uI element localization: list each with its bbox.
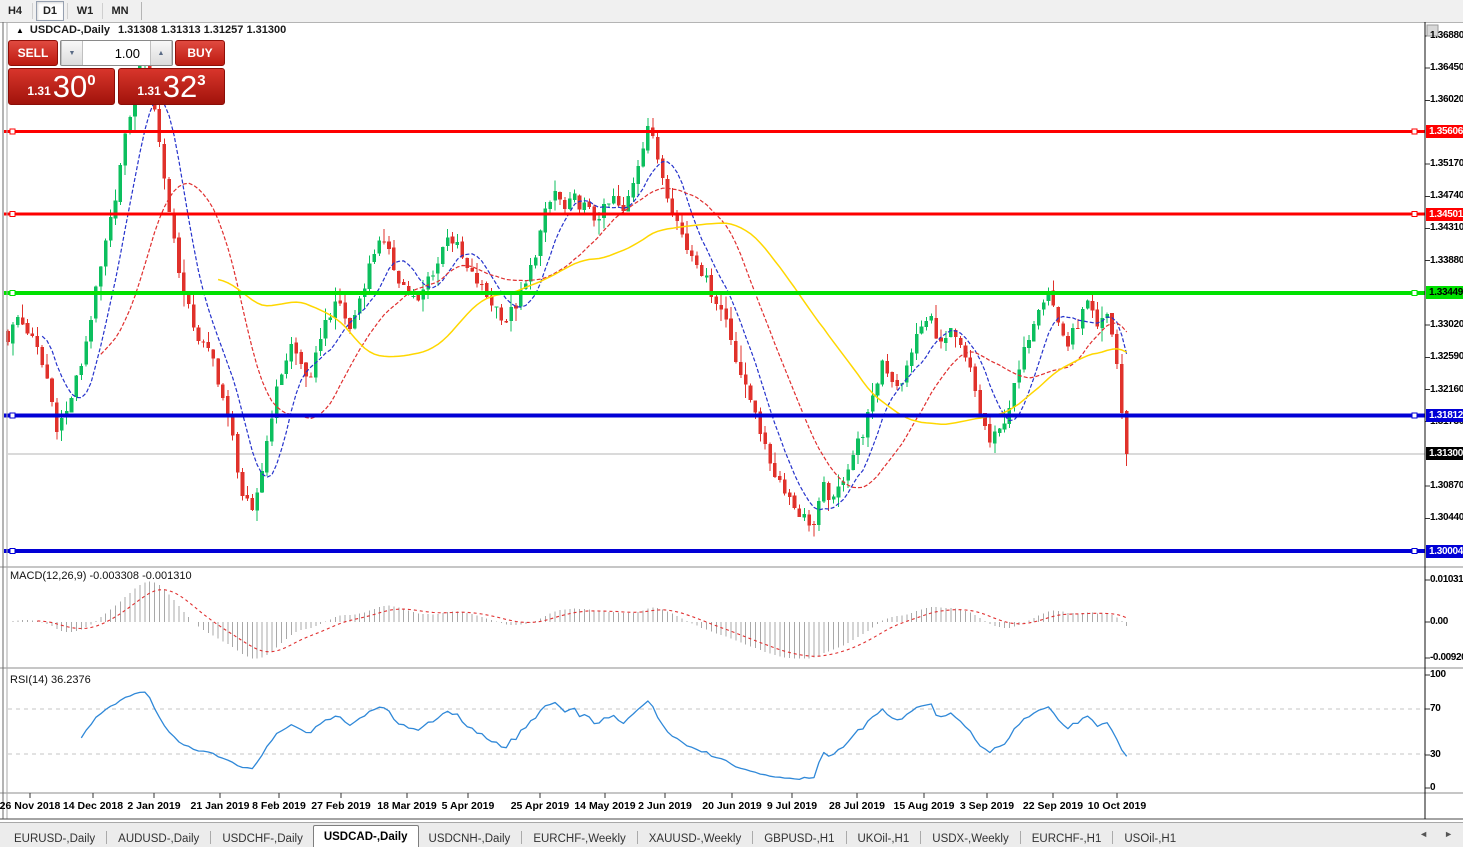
volume-input[interactable]: 1.00 xyxy=(83,41,150,65)
tab-scroll-right-icon[interactable]: ► xyxy=(1444,829,1453,839)
tab-separator xyxy=(752,831,753,844)
rsi-indicator-label: RSI(14) 36.2376 xyxy=(10,674,91,686)
buy-price-pipette: 3 xyxy=(197,72,205,89)
chart-ohlc-values: 1.31308 1.31313 1.31257 1.31300 xyxy=(118,24,286,36)
timeframe-button-h4[interactable]: H4 xyxy=(1,1,29,21)
volume-increase-icon[interactable]: ▲ xyxy=(150,41,172,65)
volume-decrease-icon[interactable]: ▼ xyxy=(61,41,83,65)
sell-price-pipette: 0 xyxy=(87,72,95,89)
buy-price-panel[interactable]: 1.31 32 3 xyxy=(118,68,225,105)
tab-separator xyxy=(106,831,107,844)
chart-tab-audusd-daily[interactable]: AUDUSD-,Daily xyxy=(108,829,209,847)
sell-price-prefix: 1.31 xyxy=(27,84,50,98)
macd-indicator-label: MACD(12,26,9) -0.003308 -0.001310 xyxy=(10,570,192,582)
tab-separator xyxy=(1020,831,1021,844)
sell-price-panel[interactable]: 1.31 30 0 xyxy=(8,68,115,105)
tab-scroll-left-icon[interactable]: ◄ xyxy=(1419,829,1428,839)
chart-tab-eurusd-daily[interactable]: EURUSD-,Daily xyxy=(4,829,105,847)
timeframe-button-w1[interactable]: W1 xyxy=(71,1,99,21)
chart-symbol-title: USDCAD-,Daily xyxy=(30,24,110,36)
volume-spinner: ▼ 1.00 ▲ xyxy=(60,40,173,66)
timeframe-button-mn[interactable]: MN xyxy=(106,1,134,21)
buy-button[interactable]: BUY xyxy=(175,40,225,66)
one-click-trading-widget: SELL ▼ 1.00 ▲ BUY 1.31 30 0 1.31 32 3 xyxy=(8,40,225,105)
chart-tab-usdchf-daily[interactable]: USDCHF-,Daily xyxy=(212,829,313,847)
chart-tab-xauusd-weekly[interactable]: XAUUSD-,Weekly xyxy=(639,829,751,847)
toolbar-separator xyxy=(32,3,33,19)
chart-tab-ukoil-h1[interactable]: UKOil-,H1 xyxy=(848,829,920,847)
chart-tab-eurchf-h1[interactable]: EURCHF-,H1 xyxy=(1022,829,1112,847)
tab-scroll-arrows: ◄ ► xyxy=(1419,829,1453,839)
trading-terminal: H4 D1 W1 MN ▲ USDCAD-,Daily 1.31308 1.31313 1… xyxy=(0,0,1463,847)
toolbar-separator xyxy=(141,2,142,20)
chart-title: ▲ USDCAD-,Daily 1.31308 1.31313 1.31257 1.… xyxy=(16,24,286,36)
chart-tab-usdcnh-daily[interactable]: USDCNH-,Daily xyxy=(419,829,521,847)
tab-separator xyxy=(920,831,921,844)
chart-tab-usdx-weekly[interactable]: USDX-,Weekly xyxy=(922,829,1018,847)
tab-separator xyxy=(1112,831,1113,844)
chart-tab-usdcad-daily[interactable]: USDCAD-,Daily xyxy=(313,825,419,847)
chart-tab-eurchf-weekly[interactable]: EURCHF-,Weekly xyxy=(523,829,635,847)
tab-separator xyxy=(637,831,638,844)
chart-canvas[interactable] xyxy=(0,0,1463,847)
chart-tab-bar: EURUSD-,DailyAUDUSD-,DailyUSDCHF-,DailyU… xyxy=(0,822,1463,847)
buy-price-main: 32 xyxy=(163,70,197,104)
tab-separator xyxy=(846,831,847,844)
buy-price-prefix: 1.31 xyxy=(137,84,160,98)
sell-button[interactable]: SELL xyxy=(8,40,58,66)
sell-price-main: 30 xyxy=(53,70,87,104)
chart-tab-usoil-h1[interactable]: USOil-,H1 xyxy=(1114,829,1186,847)
timeframe-button-d1[interactable]: D1 xyxy=(36,1,64,21)
tab-separator xyxy=(210,831,211,844)
tab-separator xyxy=(521,831,522,844)
collapse-arrow-icon[interactable]: ▲ xyxy=(16,26,24,35)
timeframe-buttons: H4 D1 W1 MN xyxy=(0,1,135,21)
toolbar-separator xyxy=(67,3,68,19)
toolbar-separator xyxy=(102,3,103,19)
chart-tabs: EURUSD-,DailyAUDUSD-,DailyUSDCHF-,DailyU… xyxy=(0,823,1186,847)
timeframe-toolbar: H4 D1 W1 MN xyxy=(0,0,1463,22)
chart-tab-gbpusd-h1[interactable]: GBPUSD-,H1 xyxy=(754,829,844,847)
